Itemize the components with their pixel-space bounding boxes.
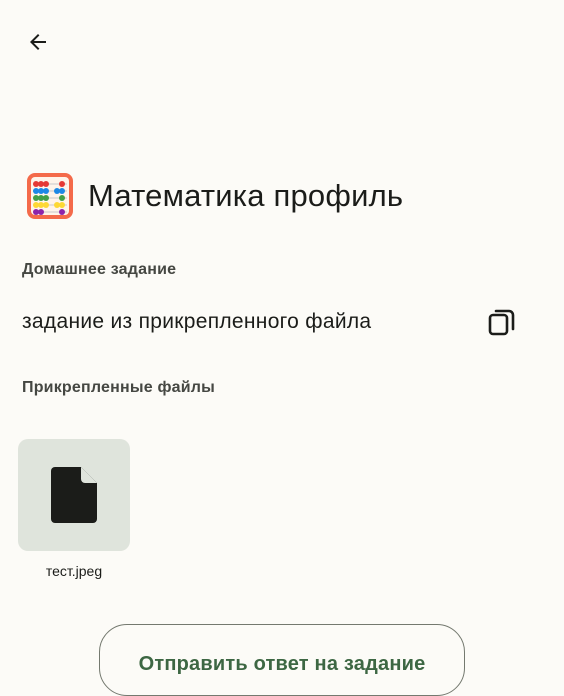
arrow-back-icon (30, 34, 46, 50)
file-attachment-card[interactable] (18, 439, 130, 551)
submit-answer-label: Отправить ответ на задание (138, 653, 426, 675)
attachments-section-label: Прикрепленные файлы (22, 379, 216, 396)
copy-icon (488, 309, 515, 336)
back-button[interactable] (16, 20, 60, 64)
submit-answer-button[interactable]: Отправить ответ на задание (99, 624, 465, 696)
subject-title: Математика профиль (88, 178, 404, 213)
file-name: тест.jpeg (45, 563, 103, 579)
file-icon (51, 467, 97, 523)
subject-header: Математика профиль (24, 170, 403, 222)
abacus-icon (24, 170, 76, 222)
copy-button[interactable] (480, 300, 524, 344)
homework-text: задание из прикрепленного файла (22, 310, 372, 333)
homework-section-label: Домашнее задание (22, 261, 177, 278)
